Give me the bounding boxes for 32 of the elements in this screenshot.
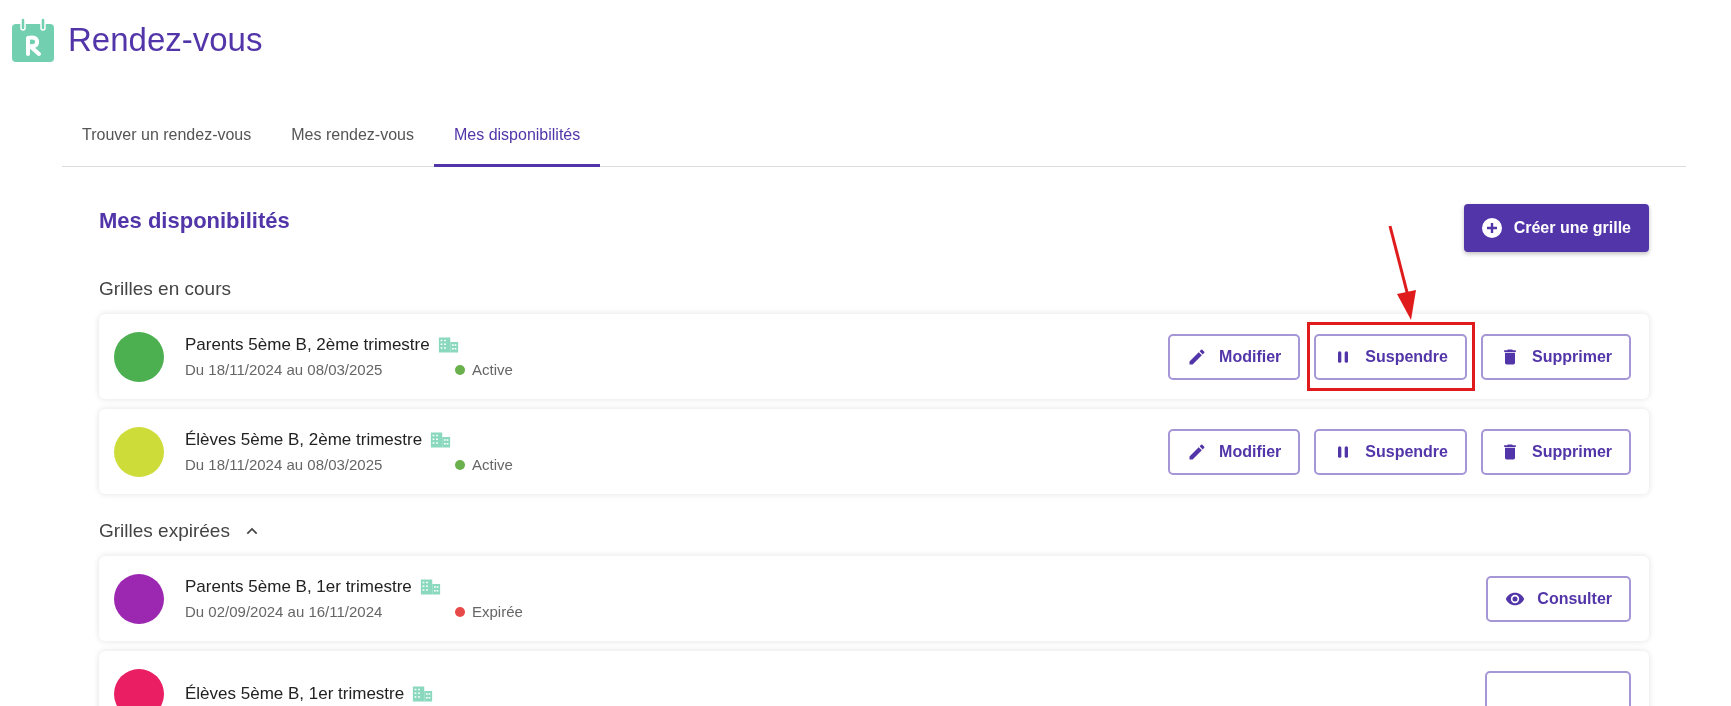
- status-label: Expirée: [472, 603, 523, 620]
- action-button[interactable]: Supprimer: [1481, 333, 1631, 380]
- page-title: Mes disponibilités: [99, 208, 290, 234]
- building-icon: [430, 431, 452, 449]
- date-range: Du 02/09/2024 au 16/11/2024: [185, 603, 384, 620]
- date-range: Du 18/11/2024 au 08/03/2025: [185, 361, 384, 378]
- section-title: Grilles expirées: [99, 520, 230, 542]
- status-label: Active: [472, 456, 513, 473]
- action-button[interactable]: Suspendre: [1314, 333, 1467, 380]
- tab[interactable]: Trouver un rendez-vous: [62, 106, 272, 167]
- action-button[interactable]: Modifier: [1168, 333, 1301, 380]
- grid-name: Élèves 5ème B, 2ème trimestre: [185, 430, 423, 450]
- grid-name: Parents 5ème B, 2ème trimestre: [185, 335, 430, 355]
- action-button[interactable]: Consulter: [1486, 575, 1631, 622]
- status-label: Active: [472, 361, 513, 378]
- grid-name: Élèves 5ème B, 1er trimestre: [185, 683, 405, 704]
- date-range: Du 18/11/2024 au 08/03/2025: [185, 456, 384, 473]
- action-button[interactable]: [1485, 670, 1631, 706]
- app-title: Rendez-vous: [68, 21, 263, 59]
- action-button[interactable]: Supprimer: [1481, 428, 1631, 475]
- building-icon: [419, 578, 441, 596]
- calendar-logo-icon: [12, 18, 54, 62]
- plus-circle-icon: [1481, 218, 1502, 238]
- tab[interactable]: Mes disponibilités: [434, 106, 601, 167]
- building-icon: [437, 336, 459, 354]
- building-icon: [412, 684, 434, 703]
- action-button[interactable]: Modifier: [1168, 428, 1301, 475]
- action-button[interactable]: Suspendre: [1314, 428, 1467, 475]
- create-grid-button[interactable]: Créer une grille: [1463, 204, 1649, 252]
- grid-name: Parents 5ème B, 1er trimestre: [185, 577, 412, 597]
- tab[interactable]: Mes rendez-vous: [271, 106, 434, 167]
- section-title: Grilles en cours: [99, 278, 231, 300]
